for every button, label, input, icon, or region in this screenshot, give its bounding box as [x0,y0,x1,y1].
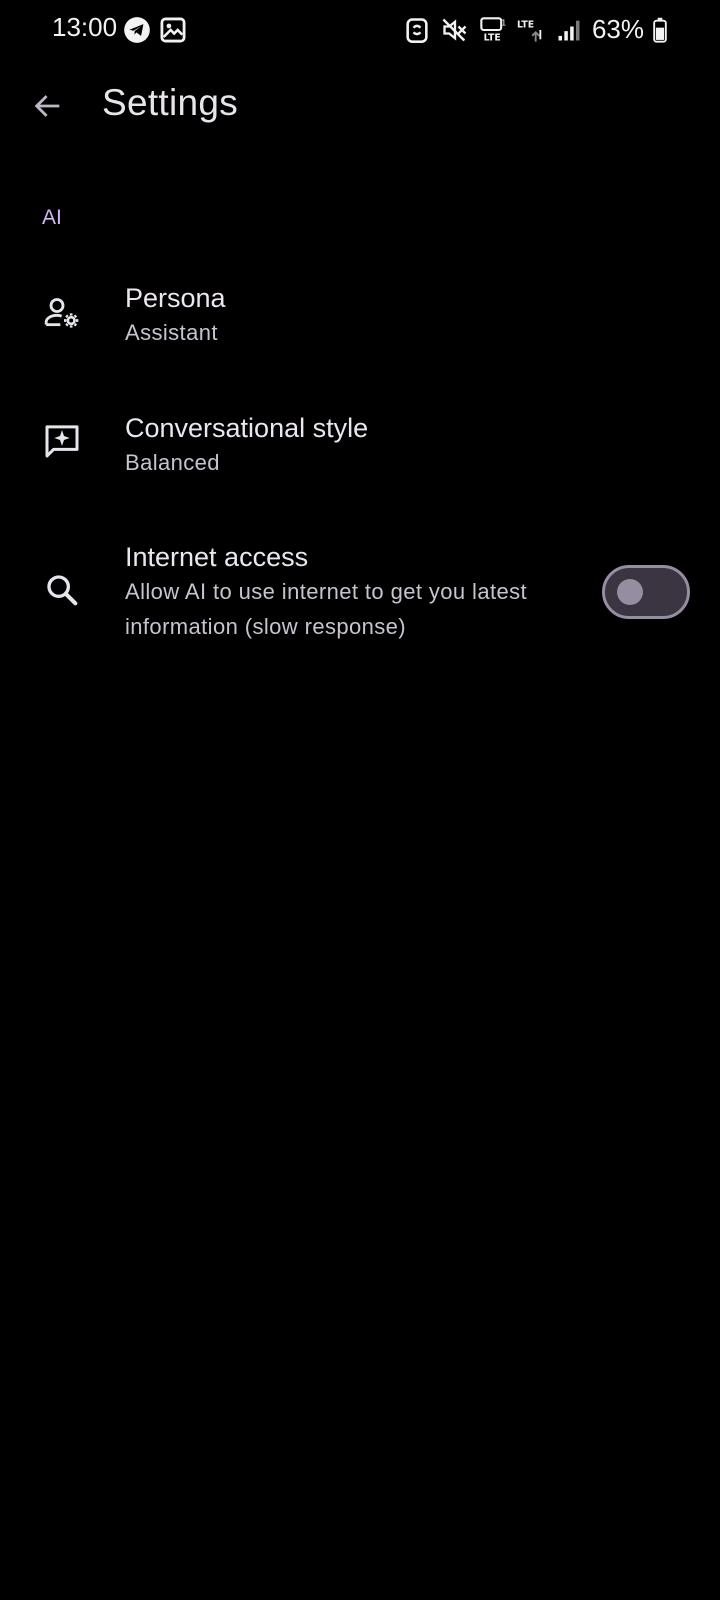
setting-value: Balanced [125,450,220,475]
status-bar: 13:00 LTE 1 LTE 63% [0,0,720,58]
nfc-icon [402,16,432,44]
setting-value: Assistant [125,320,218,345]
setting-persona-text: Persona Assistant [125,281,226,350]
setting-conversational-style[interactable]: Conversational style Balanced [0,398,720,498]
signal-icon [554,16,584,44]
page-title: Settings [102,82,239,123]
toggle-knob [617,579,643,605]
gallery-icon [158,16,188,44]
setting-title: Internet access [125,542,309,572]
search-icon [42,570,82,610]
svg-text:LTE: LTE [517,19,534,30]
back-button[interactable] [28,86,68,126]
volte-icon: LTE 1 [478,16,508,44]
setting-internet-access-text: Internet access Allow AI to use internet… [125,540,585,644]
battery-icon [652,16,668,44]
svg-text:LTE: LTE [484,32,501,43]
setting-description-line-2: information (slow response) [125,614,407,639]
svg-text:1: 1 [501,17,506,27]
app-bar: Settings [0,72,720,140]
status-notification-icons [122,16,188,44]
battery-percent: 63% [591,14,644,44]
setting-conversational-style-text: Conversational style Balanced [125,411,368,480]
mute-icon [440,16,470,44]
setting-title: Persona [125,283,226,313]
telegram-icon [122,16,152,44]
lte-data-icon: LTE [516,16,546,44]
status-time: 13:00 [52,12,118,42]
setting-title: Conversational style [125,413,369,443]
persona-settings-icon [42,293,82,333]
chat-sparkle-icon [42,421,82,461]
status-system-icons: LTE 1 LTE 63% [402,14,668,45]
setting-description-line-1: Allow AI to use internet to get you late… [125,579,528,604]
setting-persona[interactable]: Persona Assistant [0,268,720,368]
section-header-ai: AI [42,206,62,229]
internet-access-toggle[interactable] [602,565,690,619]
arrow-back-icon [31,89,65,123]
